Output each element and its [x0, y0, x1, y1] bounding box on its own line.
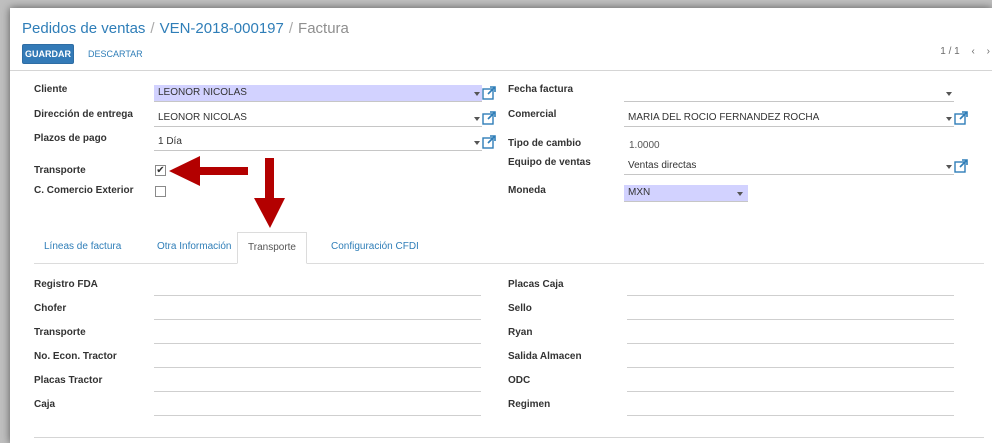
notebook-tabs: Líneas de factura Otra Información Trans… — [34, 232, 984, 264]
customer-field[interactable]: LEONOR NICOLAS — [154, 85, 482, 102]
dropdown-caret-icon[interactable] — [946, 117, 952, 121]
box-label: Caja — [34, 399, 56, 410]
exchange-rate-value: 1.0000 — [629, 140, 660, 151]
tractor-plates-label: Placas Tractor — [34, 375, 103, 386]
dropdown-caret-icon[interactable] — [474, 117, 480, 121]
driver-label: Chofer — [34, 303, 67, 314]
payment-terms-field[interactable]: 1 Día — [154, 134, 482, 151]
odc-label: ODC — [508, 375, 531, 386]
sales-team-label: Equipo de ventas — [508, 157, 591, 168]
box-plates-label: Placas Caja — [508, 279, 564, 290]
delivery-address-value: LEONOR NICOLAS — [158, 112, 247, 123]
transport-label: Transporte — [34, 165, 86, 176]
seal-input[interactable] — [627, 319, 954, 320]
pager-next-icon[interactable]: › — [987, 46, 990, 57]
breadcrumb-separator: / — [288, 20, 294, 37]
pager-value[interactable]: 1 / 1 — [940, 46, 959, 57]
foreign-trade-checkbox[interactable] — [155, 186, 166, 197]
transport-name-input[interactable] — [154, 343, 481, 344]
breadcrumb-sales-orders[interactable]: Pedidos de ventas — [22, 20, 145, 37]
ryan-label: Ryan — [508, 327, 533, 338]
breadcrumb-invoice: Factura — [298, 20, 349, 37]
currency-field[interactable]: MXN — [624, 185, 748, 202]
tab-cfdi-config[interactable]: Configuración CFDI — [321, 232, 429, 264]
invoice-date-label: Fecha factura — [508, 84, 574, 95]
transport-checkbox[interactable]: ✔ — [155, 165, 166, 176]
salesperson-field[interactable]: MARIA DEL ROCIO FERNANDEZ ROCHA — [624, 110, 954, 127]
external-link-icon[interactable] — [954, 111, 968, 125]
warehouse-exit-input[interactable] — [627, 367, 954, 368]
transport-name-label: Transporte — [34, 327, 86, 338]
breadcrumb: Pedidos de ventas / VEN-2018-000197/Factur… — [22, 20, 349, 37]
delivery-address-label: Dirección de entrega — [34, 109, 133, 120]
invoice-date-field[interactable] — [624, 85, 954, 102]
driver-input[interactable] — [154, 319, 481, 320]
checkbox-checked-icon: ✔ — [156, 165, 165, 176]
external-link-icon[interactable] — [954, 159, 968, 173]
external-link-icon[interactable] — [482, 111, 496, 125]
tractor-number-label: No. Econ. Tractor — [34, 351, 117, 362]
save-button[interactable]: GUARDAR — [22, 44, 74, 64]
dropdown-caret-icon[interactable] — [737, 192, 743, 196]
dropdown-caret-icon[interactable] — [946, 92, 952, 96]
fda-registry-label: Registro FDA — [34, 279, 98, 290]
breadcrumb-order[interactable]: VEN-2018-000197 — [160, 20, 284, 37]
currency-label: Moneda — [508, 185, 546, 196]
exchange-rate-label: Tipo de cambio — [508, 138, 582, 149]
foreign-trade-label: C. Comercio Exterior — [34, 185, 134, 196]
form-view: Pedidos de ventas / VEN-2018-000197/Factur… — [10, 8, 992, 443]
ryan-input[interactable] — [627, 343, 954, 344]
regime-label: Regimen — [508, 399, 551, 410]
fda-registry-input[interactable] — [154, 295, 481, 296]
discard-button[interactable]: DESCARTAR — [88, 44, 143, 64]
dropdown-caret-icon[interactable] — [946, 165, 952, 169]
salesperson-value: MARIA DEL ROCIO FERNANDEZ ROCHA — [628, 112, 820, 123]
seal-label: Sello — [508, 303, 532, 314]
delivery-address-field[interactable]: LEONOR NICOLAS — [154, 110, 482, 127]
regime-input[interactable] — [627, 415, 954, 416]
external-link-icon[interactable] — [482, 86, 496, 100]
box-plates-input[interactable] — [627, 295, 954, 296]
payment-terms-value: 1 Día — [158, 136, 182, 147]
tab-other-info[interactable]: Otra Información — [147, 232, 241, 264]
warehouse-exit-label: Salida Almacen — [508, 351, 582, 362]
pager: 1 / 1 ‹ › — [931, 46, 990, 57]
payment-terms-label: Plazos de pago — [34, 133, 107, 144]
odc-input[interactable] — [627, 391, 954, 392]
customer-value: LEONOR NICOLAS — [158, 87, 247, 98]
tractor-number-input[interactable] — [154, 367, 481, 368]
currency-value: MXN — [628, 187, 651, 198]
box-input[interactable] — [154, 415, 481, 416]
pager-prev-icon[interactable]: ‹ — [972, 46, 975, 57]
sales-team-field[interactable]: Ventas directas — [624, 158, 954, 175]
tractor-plates-input[interactable] — [154, 391, 481, 392]
header-divider — [10, 70, 992, 71]
tab-invoice-lines[interactable]: Líneas de factura — [34, 232, 131, 264]
external-link-icon[interactable] — [482, 135, 496, 149]
customer-label: Cliente — [34, 84, 68, 95]
salesperson-label: Comercial — [508, 109, 557, 120]
dropdown-caret-icon[interactable] — [474, 141, 480, 145]
breadcrumb-separator: / — [150, 20, 155, 37]
tab-transport[interactable]: Transporte — [237, 232, 307, 264]
dropdown-caret-icon[interactable] — [474, 92, 480, 96]
content-divider — [34, 437, 984, 438]
sales-team-value: Ventas directas — [628, 160, 697, 171]
